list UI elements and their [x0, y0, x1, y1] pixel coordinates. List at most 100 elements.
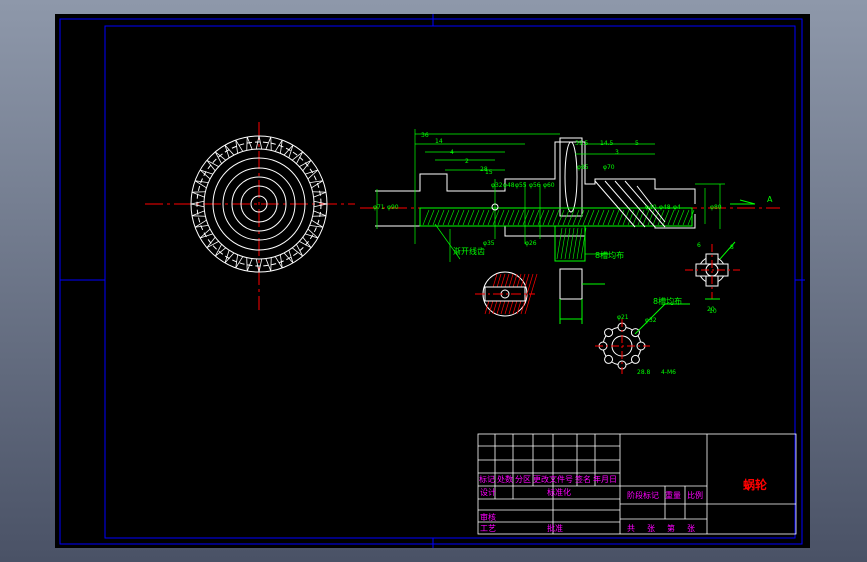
gear-tooth [265, 257, 272, 272]
dimension-label: 6 [697, 242, 701, 249]
dimension-label: 10 [709, 308, 717, 315]
hatch-line [432, 209, 440, 226]
hatch-line [587, 209, 595, 226]
callout-pin-hole: 8槽均布 [653, 297, 683, 306]
dimension-label: 39.5 [575, 140, 589, 147]
dimension-label: φ55 [515, 182, 527, 189]
dimension-label: φ85 [577, 164, 589, 171]
hatch-line [467, 209, 475, 226]
hatch-line [687, 209, 695, 226]
dimension-label: 5 [635, 140, 639, 147]
dimension-label: 14.5 [600, 140, 614, 147]
dimension-label: 3 [615, 149, 619, 156]
hatch-line [568, 227, 575, 260]
hatch-line [512, 209, 520, 226]
callout-spline-tooth: 渐开线齿 [453, 247, 485, 256]
hatch-line [607, 209, 615, 226]
label-approve: 批准 [547, 524, 563, 533]
hatch-line [502, 209, 510, 226]
spline-notch [604, 354, 614, 364]
label-scale: 比例 [687, 491, 703, 500]
label-sheet2: 张 [687, 524, 695, 533]
hatch-line [452, 209, 460, 226]
label-design: 设计 [480, 488, 496, 497]
dimension-label: φ4 [673, 204, 681, 211]
label-no: 第 [667, 524, 675, 533]
dimension-label: φ40 [645, 204, 657, 211]
hatch-line [577, 209, 585, 226]
drawing-svg [59, 14, 805, 548]
dimension-label: 4-M6 [661, 369, 676, 376]
hatch-line [547, 209, 555, 226]
label-weight: 重量 [665, 491, 681, 500]
dimension-label: φ32 [491, 182, 503, 189]
spline-notch [630, 354, 640, 364]
dimension-label: φ56 [529, 182, 541, 189]
hatch-line [617, 209, 625, 226]
spline-notch [604, 328, 614, 338]
hatch-line [447, 209, 455, 226]
label-process: 工艺 [480, 524, 496, 533]
hatch-line [457, 209, 465, 226]
hatch-line [537, 209, 545, 226]
drawing-canvas[interactable]: 蜗轮 标记 处数 分区 更改文件号 签名 年月日 设计 标准化 审核 工艺 批准… [55, 14, 810, 548]
gear-tooth [246, 257, 253, 272]
spline-notch [630, 328, 640, 338]
label-sheet1: 张 [647, 524, 655, 533]
label-stage: 阶段标记 [627, 491, 659, 500]
hdr-zone: 分区 [515, 475, 531, 484]
dimension-label: φ35 [483, 240, 495, 247]
inner-border [104, 25, 796, 539]
dimension-label: 8 [730, 244, 734, 251]
dimension-label: φ71 [373, 204, 385, 211]
hatch-line [612, 209, 620, 226]
dimension-label: 2 [465, 158, 469, 165]
datum-label: A [767, 195, 773, 204]
hatch-line [557, 209, 565, 226]
hatch-line [682, 209, 690, 226]
gear-tooth [265, 136, 272, 151]
gear-tooth [191, 210, 206, 217]
callout-involute: 8槽均布 [595, 251, 625, 260]
gear-tooth [191, 191, 206, 198]
hdr-date: 年月日 [593, 475, 617, 484]
dimension-label: φ32 [645, 317, 657, 324]
hatch-line [667, 209, 675, 226]
dimension-label: 4 [450, 149, 454, 156]
hatch-line [442, 209, 450, 226]
hatch-line [552, 209, 560, 226]
hatch-line [492, 209, 500, 226]
outer-border [59, 18, 803, 545]
hdr-count: 处数 [497, 475, 513, 484]
hatch-line [487, 209, 495, 226]
hatch-line [517, 209, 525, 226]
part-name: 蜗轮 [743, 478, 768, 492]
hatch-line [482, 209, 490, 226]
hatch-line [497, 209, 505, 226]
dimension-label: φ80 [710, 204, 722, 211]
shaft-cross-section [475, 271, 538, 317]
hatch-line [427, 209, 435, 226]
hatch-line [477, 209, 485, 226]
hatch-line [422, 209, 430, 226]
gear-tooth [312, 191, 327, 198]
hatch-line [564, 227, 571, 260]
hatch-line [572, 227, 579, 260]
hatch-line [642, 209, 650, 226]
spline-gear-detail [595, 303, 690, 374]
hatch-line [472, 209, 480, 226]
dimension-label: φ70 [603, 164, 615, 171]
hatch-line [572, 209, 580, 226]
dimension-label: φ48 [659, 204, 671, 211]
hatch-line [462, 209, 470, 226]
cad-viewport[interactable]: 蜗轮 标记 处数 分区 更改文件号 签名 年月日 设计 标准化 审核 工艺 批准… [0, 0, 867, 562]
hatch-line [522, 209, 530, 226]
hatch-line [592, 209, 600, 226]
gear-tooth [312, 210, 327, 217]
hatch-line [582, 209, 590, 226]
shaft-section-view [360, 129, 780, 262]
hatch-line [652, 209, 660, 226]
hatch-line [632, 209, 640, 226]
label-total: 共 [627, 524, 635, 533]
hatch-line [597, 209, 605, 226]
